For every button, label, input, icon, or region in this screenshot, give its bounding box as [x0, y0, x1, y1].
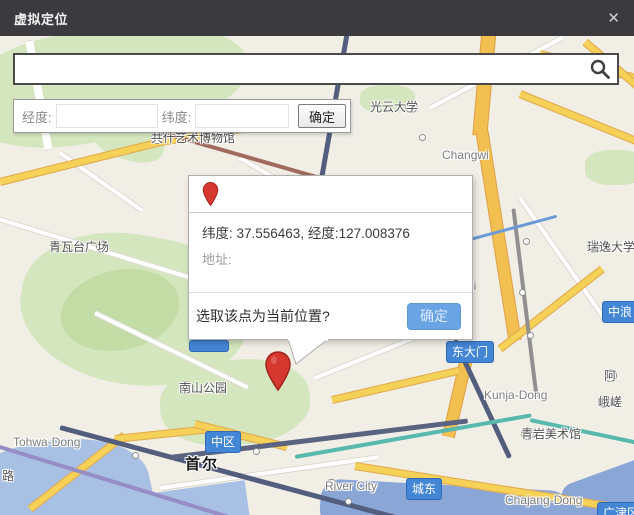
poi-rivercity-label: River City: [325, 479, 338, 492]
station-dot: [527, 332, 534, 339]
poi-echa-label: 峨嵯: [598, 395, 611, 408]
badge-chengdong: 城东: [406, 478, 442, 500]
poi-gallery-label: 青岩美术馆: [521, 427, 534, 440]
station-dot: [419, 134, 426, 141]
location-popup: 纬度: 37.556463, 经度:127.008376 地址: 选取该点为当前…: [188, 175, 473, 340]
street-label: 路: [2, 467, 14, 484]
popup-question: 选取该点为当前位置?: [196, 306, 330, 326]
window-title: 虚拟定位: [14, 9, 68, 28]
popup-address: 地址:: [202, 249, 462, 268]
road-segment: [472, 36, 496, 136]
longitude-input[interactable]: [56, 104, 158, 128]
search-input[interactable]: [23, 56, 583, 82]
poi-university-label: 光云大学: [405, 100, 418, 113]
popup-header: [189, 176, 472, 213]
poi-plaza-label: 青瓦台广场: [96, 240, 109, 253]
station-dot: [523, 238, 530, 245]
virtual-location-window: 虚拟定位 ✕: [0, 0, 634, 515]
poi-a-label: 阿: [604, 369, 617, 382]
latitude-input[interactable]: [195, 104, 289, 128]
popup-confirm-button[interactable]: 确定: [407, 303, 461, 330]
station-dot: [345, 498, 352, 505]
longitude-label: 经度:: [22, 107, 52, 126]
station-dot: [519, 289, 526, 296]
close-icon[interactable]: ✕: [607, 11, 620, 26]
coord-confirm-button[interactable]: 确定: [298, 104, 346, 128]
station-dot: [132, 452, 139, 459]
road-segment: [519, 90, 634, 150]
popup-body: 纬度: 37.556463, 经度:127.008376 地址:: [189, 213, 472, 268]
badge-fragment: [189, 340, 229, 352]
place-label-tohwa: Tohwa-Dong: [13, 435, 80, 449]
coordinate-panel: 经度: 纬度: 确定: [13, 99, 351, 133]
place-label-changwi: Changwi: [442, 148, 489, 162]
place-label-kunja: Kunja-Dong: [484, 388, 547, 402]
place-label-chajang: Chajang-Dong: [505, 493, 582, 507]
poi-park-label: 南山公园: [179, 381, 192, 394]
station-dot: [253, 448, 260, 455]
popup-tail: [281, 339, 329, 365]
city-label-seoul: 首尔: [185, 453, 219, 474]
badge-zhonglang: 中浪: [602, 301, 634, 323]
badge-guangjinqu: 广津区: [597, 502, 634, 515]
search-bar: [13, 53, 619, 85]
badge-zhongqu: 中区: [205, 431, 241, 453]
latitude-label: 纬度:: [162, 107, 192, 126]
search-button[interactable]: [583, 55, 617, 83]
title-bar: 虚拟定位 ✕: [0, 0, 634, 36]
park-area: [585, 150, 634, 185]
road-segment: [331, 367, 459, 404]
search-icon: [589, 58, 611, 80]
popup-footer: 选取该点为当前位置? 确定: [189, 292, 472, 339]
badge-dongdamen: 东大门: [446, 341, 494, 363]
popup-coordinates: 纬度: 37.556463, 经度:127.008376: [202, 222, 462, 242]
pin-icon: [202, 181, 219, 207]
poi-university2-label: 瑞逸大学: [587, 240, 600, 253]
